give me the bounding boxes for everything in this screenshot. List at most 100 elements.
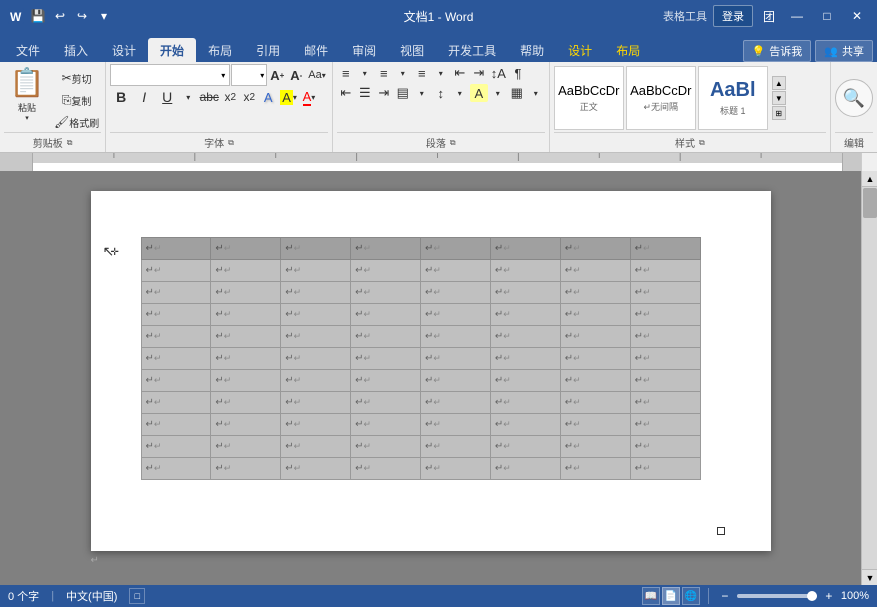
underline-arrow[interactable]: ▾ bbox=[179, 88, 197, 106]
zoom-percentage[interactable]: 100% bbox=[841, 590, 869, 602]
numbered-arrow[interactable]: ▾ bbox=[394, 64, 412, 82]
close-button[interactable]: ✕ bbox=[845, 4, 869, 28]
table-cell[interactable]: ↵ bbox=[490, 370, 560, 392]
tab-developer[interactable]: 开发工具 bbox=[436, 38, 508, 62]
subscript-button[interactable]: x2 bbox=[221, 88, 239, 106]
table-cell[interactable]: ↵ bbox=[421, 238, 491, 260]
tell-me-button[interactable]: 💡告诉我 bbox=[743, 40, 812, 62]
table-cell[interactable]: ↵ bbox=[211, 304, 281, 326]
table-cell[interactable]: ↵ bbox=[141, 370, 211, 392]
table-cell[interactable]: ↵ bbox=[281, 414, 351, 436]
copy-button[interactable]: ⎘ 复制 bbox=[52, 90, 101, 110]
table-cell[interactable]: ↵ bbox=[281, 436, 351, 458]
table-cell[interactable]: ↵ bbox=[630, 260, 700, 282]
tab-home[interactable]: 开始 bbox=[148, 38, 196, 62]
tab-view[interactable]: 视图 bbox=[388, 38, 436, 62]
table-cell[interactable]: ↵ bbox=[211, 414, 281, 436]
table-cell[interactable]: ↵ bbox=[630, 238, 700, 260]
table-cell[interactable]: ↵ bbox=[490, 304, 560, 326]
paste-button[interactable]: 📋 粘贴 ▾ bbox=[4, 64, 50, 122]
style-heading1[interactable]: AaBl 标题 1 bbox=[698, 66, 768, 130]
search-button[interactable]: 🔍 bbox=[835, 79, 873, 117]
table-cell[interactable]: ↵ bbox=[490, 238, 560, 260]
table-cell[interactable]: ↵ bbox=[630, 304, 700, 326]
table-cell[interactable]: ↵ bbox=[141, 260, 211, 282]
table-cell[interactable]: ↵ bbox=[281, 458, 351, 480]
table-cell[interactable]: ↵ bbox=[421, 458, 491, 480]
format-painter-button[interactable]: 🖌 格式刷 bbox=[52, 112, 101, 132]
table-cell[interactable]: ↵ bbox=[421, 326, 491, 348]
table-cell[interactable]: ↵ bbox=[141, 348, 211, 370]
table-cell[interactable]: ↵ bbox=[351, 238, 421, 260]
table-cell[interactable]: ↵ bbox=[490, 326, 560, 348]
zoom-thumb[interactable] bbox=[807, 591, 817, 601]
table-cell[interactable]: ↵ bbox=[421, 370, 491, 392]
table-cell[interactable]: ↵ bbox=[141, 304, 211, 326]
table-cell[interactable]: ↵ bbox=[351, 436, 421, 458]
table-cell[interactable]: ↵ bbox=[490, 260, 560, 282]
tab-review[interactable]: 审阅 bbox=[340, 38, 388, 62]
table-cell[interactable]: ↵ bbox=[351, 392, 421, 414]
table-cell[interactable]: ↵ bbox=[141, 414, 211, 436]
scroll-down-button[interactable]: ▼ bbox=[862, 569, 877, 585]
align-center-button[interactable]: ☰ bbox=[356, 84, 374, 102]
table-cell[interactable]: ↵ bbox=[351, 326, 421, 348]
change-case-button[interactable]: Aa▾ bbox=[306, 66, 327, 84]
table-cell[interactable]: ↵ bbox=[351, 370, 421, 392]
document-page[interactable]: ↖ ✛ ↵ ↵ ↵ ↵ ↵ ↵ ↵ ↵ bbox=[91, 191, 771, 551]
tab-table-design[interactable]: 设计 bbox=[556, 38, 604, 62]
table-cell[interactable]: ↵ bbox=[141, 458, 211, 480]
paragraph-expand-icon[interactable]: ⧉ bbox=[450, 138, 456, 148]
tab-layout[interactable]: 布局 bbox=[196, 38, 244, 62]
tab-help[interactable]: 帮助 bbox=[508, 38, 556, 62]
table-cell[interactable]: ↵ bbox=[141, 436, 211, 458]
table-cell[interactable]: ↵ bbox=[141, 392, 211, 414]
align-right-button[interactable]: ⇥ bbox=[375, 84, 393, 102]
table-cell[interactable]: ↵ bbox=[630, 282, 700, 304]
table-cell[interactable]: ↵ bbox=[421, 414, 491, 436]
table-cell[interactable]: ↵ bbox=[630, 370, 700, 392]
table-cell[interactable]: ↵ bbox=[281, 348, 351, 370]
table-cell[interactable]: ↵ bbox=[351, 304, 421, 326]
bullet-arrow[interactable]: ▾ bbox=[356, 64, 374, 82]
zoom-in-button[interactable]: + bbox=[821, 588, 837, 604]
table-cell[interactable]: ↵ bbox=[351, 414, 421, 436]
document-table[interactable]: ↵ ↵ ↵ ↵ ↵ ↵ ↵ ↵ ↵ ↵ ↵ ↵ bbox=[141, 237, 701, 480]
borders-arrow[interactable]: ▾ bbox=[527, 84, 545, 102]
tab-file[interactable]: 文件 bbox=[4, 38, 52, 62]
bullet-list-button[interactable]: ≡ bbox=[337, 64, 355, 82]
table-cell[interactable]: ↵ bbox=[630, 392, 700, 414]
page-view-button[interactable]: 📄 bbox=[662, 587, 680, 605]
undo-quick-btn[interactable]: ↩ bbox=[50, 6, 70, 26]
zoom-slider[interactable] bbox=[737, 594, 817, 598]
bold-button[interactable]: B bbox=[110, 88, 132, 106]
table-cell[interactable]: ↵ bbox=[560, 304, 630, 326]
tab-insert[interactable]: 插入 bbox=[52, 38, 100, 62]
increase-indent-button[interactable]: ⇥ bbox=[470, 64, 488, 82]
table-cell[interactable]: ↵ bbox=[211, 326, 281, 348]
table-cell[interactable]: ↵ bbox=[560, 282, 630, 304]
underline-button[interactable]: U bbox=[156, 88, 178, 106]
vertical-scrollbar[interactable]: ▲ ▼ bbox=[861, 171, 877, 585]
table-cell[interactable]: ↵ bbox=[211, 392, 281, 414]
multilevel-list-button[interactable]: ≡ bbox=[413, 64, 431, 82]
table-cell[interactable]: ↵ bbox=[490, 282, 560, 304]
styles-scroll-down[interactable]: ▼ bbox=[772, 91, 786, 105]
table-cell[interactable]: ↵ bbox=[211, 436, 281, 458]
table-cell[interactable]: ↵ bbox=[630, 436, 700, 458]
table-cell[interactable]: ↵ bbox=[421, 304, 491, 326]
tab-references[interactable]: 引用 bbox=[244, 38, 292, 62]
table-cell[interactable]: ↵ bbox=[560, 436, 630, 458]
share-button[interactable]: 👥共享 bbox=[815, 40, 873, 62]
table-cell[interactable]: ↵ bbox=[281, 392, 351, 414]
font-size-selector[interactable]: ▾ bbox=[231, 64, 267, 86]
table-cell[interactable]: ↵ bbox=[630, 348, 700, 370]
keyboard-layout-icon[interactable]: □ bbox=[129, 588, 145, 604]
clipboard-expand-icon[interactable]: ⧉ bbox=[67, 138, 73, 148]
customize-quick-btn[interactable]: ▾ bbox=[94, 6, 114, 26]
ruler-main[interactable] bbox=[32, 153, 843, 171]
decrease-indent-button[interactable]: ⇤ bbox=[451, 64, 469, 82]
table-cell[interactable]: ↵ bbox=[281, 238, 351, 260]
table-cell[interactable]: ↵ bbox=[560, 238, 630, 260]
decrease-font-button[interactable]: A- bbox=[287, 66, 305, 84]
